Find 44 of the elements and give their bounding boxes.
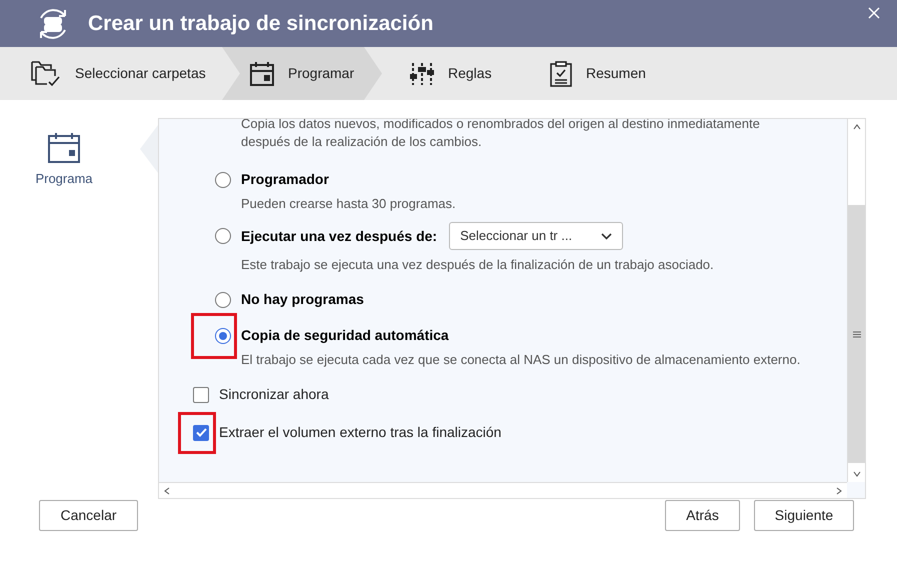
radio-button[interactable] (215, 172, 231, 188)
step-label: Resumen (586, 64, 646, 83)
select-dropdown[interactable]: Seleccionar un tr ... (449, 222, 624, 250)
step-label: Programar (288, 64, 354, 83)
chevron-down-icon (601, 232, 612, 240)
folders-icon (31, 60, 61, 88)
step-tab[interactable]: Seleccionar carpetas (0, 47, 222, 100)
back-button[interactable]: Atrás (665, 500, 740, 531)
radio-button[interactable] (215, 228, 231, 244)
next-button[interactable]: Siguiente (754, 500, 854, 531)
checkbox-label: Extraer el volumen externo tras la finalización (219, 423, 502, 442)
step-tab[interactable]: Programar (222, 47, 382, 100)
vertical-scrollbar[interactable] (847, 119, 865, 482)
description-text: Este trabajo se ejecuta una vez después de la finalización de un trabajo asociado. (240, 256, 715, 274)
scrollbar-thumb[interactable] (848, 205, 865, 463)
window-title: Crear un trabajo de sincronización (88, 10, 434, 37)
scroll-down-icon[interactable] (852, 469, 862, 479)
sidebar-label: Programa (35, 170, 93, 188)
radio-button[interactable] (215, 328, 231, 344)
step-tab[interactable]: Resumen (522, 47, 662, 100)
calendar-icon (250, 62, 274, 86)
calendar-icon (48, 132, 80, 164)
sliders-icon (410, 62, 434, 86)
scroll-up-icon[interactable] (852, 122, 862, 132)
scroll-right-icon[interactable] (834, 486, 844, 496)
step-label: Seleccionar carpetas (75, 64, 206, 83)
horizontal-scrollbar[interactable] (159, 482, 847, 498)
option-label: Programador (241, 170, 329, 189)
description-text: Pueden crearse hasta 30 programas. (240, 195, 457, 213)
option-label: Ejecutar una vez después de: (241, 226, 438, 246)
checkbox-label: Sincronizar ahora (219, 385, 329, 404)
close-icon[interactable] (868, 7, 880, 19)
step-label: Reglas (448, 64, 492, 83)
clipboard-icon (550, 60, 572, 86)
grip-icon (852, 330, 860, 338)
radio-button[interactable] (215, 292, 231, 308)
step-tab[interactable]: Reglas (382, 47, 522, 100)
option-label: No hay programas (241, 290, 364, 309)
description-text: El trabajo se ejecuta cada vez que se conecta al NAS un dispositivo de almacenamiento externo. (240, 351, 802, 369)
checkbox[interactable] (193, 424, 209, 440)
checkbox[interactable] (193, 386, 209, 402)
option-label: Copia de seguridad automática (241, 326, 449, 345)
scroll-left-icon[interactable] (162, 486, 172, 496)
cancel-button[interactable]: Cancelar (39, 500, 138, 531)
